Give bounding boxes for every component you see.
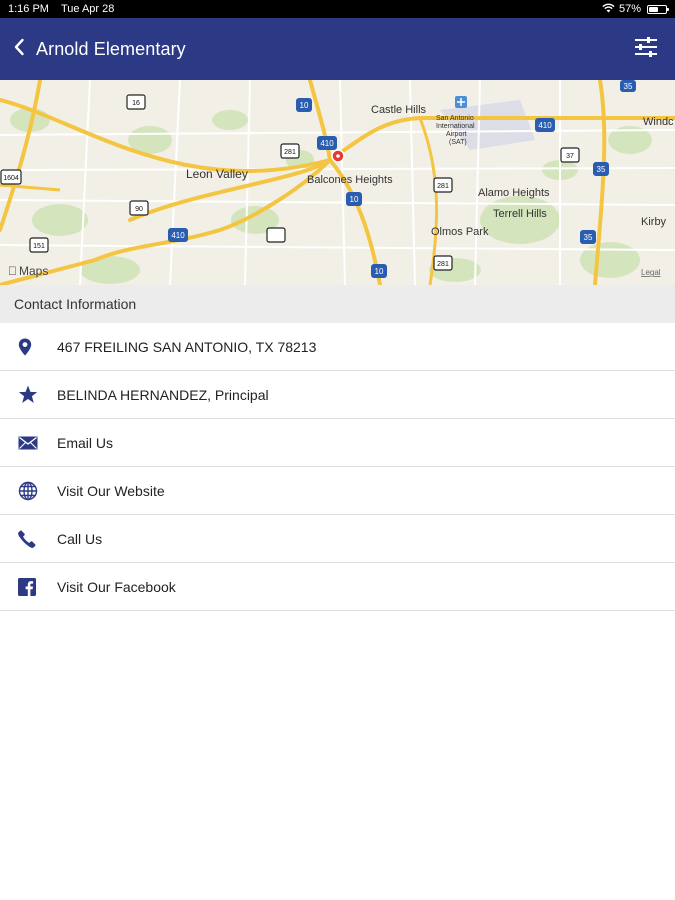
- airport-label-1: San Antonio: [436, 115, 474, 122]
- shield-90: 90: [135, 206, 143, 213]
- contact-list: 467 FREILING SAN ANTONIO, TX 78213 BELIN…: [0, 323, 675, 611]
- contact-label-facebook: Visit Our Facebook: [57, 578, 176, 595]
- contact-item-principal[interactable]: BELINDA HERNANDEZ, Principal: [0, 371, 675, 419]
- shield-281b: 281: [437, 183, 449, 190]
- shield-281a: 281: [284, 149, 296, 156]
- page-title: Arnold Elementary: [36, 38, 186, 59]
- shield-37: 37: [566, 153, 574, 160]
- contact-item-email[interactable]: Email Us: [0, 419, 675, 467]
- map-label-kirby: Kirby: [641, 216, 667, 228]
- app-header: Arnold Elementary: [0, 18, 675, 80]
- maps-attribution[interactable]:  Maps: [8, 264, 48, 278]
- shield-151: 151: [33, 243, 45, 250]
- map-label-windc: Windc: [643, 116, 674, 128]
- chevron-left-icon: [13, 38, 25, 61]
- legal-link[interactable]: Legal: [641, 268, 661, 277]
- contact-label-website: Visit Our Website: [57, 482, 165, 499]
- airport-icon: [455, 96, 467, 108]
- shield-35b: 35: [584, 233, 593, 242]
- contact-label-principal: BELINDA HERNANDEZ, Principal: [57, 386, 269, 403]
- contact-item-website[interactable]: Visit Our Website: [0, 467, 675, 515]
- facebook-icon: [0, 577, 57, 596]
- status-time: 1:16 PM: [8, 3, 49, 15]
- battery-percent: 57%: [618, 3, 641, 15]
- envelope-icon: [0, 436, 57, 450]
- shield-10b: 10: [350, 195, 359, 204]
- contact-item-phone[interactable]: Call Us: [0, 515, 675, 563]
- globe-icon: [0, 481, 57, 501]
- map-label-castle-hills: Castle Hills: [371, 104, 427, 116]
- status-date: Tue Apr 28: [60, 3, 115, 15]
- phone-icon: [0, 530, 57, 548]
- map-label-terrell-hills: Terrell Hills: [493, 208, 547, 220]
- shield-281c: 281: [437, 261, 449, 268]
- highway-shield: 410: [317, 136, 337, 150]
- shield-410b: 410: [538, 121, 552, 130]
- airport-label-3: Airport: [446, 131, 467, 138]
- back-button[interactable]: [2, 18, 36, 80]
- shield-1604: 1604: [3, 175, 19, 182]
- map-pin-marker[interactable]: [331, 149, 345, 163]
- battery-icon: [647, 4, 669, 14]
- shield-410c: 410: [171, 231, 185, 240]
- contact-label-address: 467 FREILING SAN ANTONIO, TX 78213: [57, 338, 317, 355]
- shield-16: 16: [132, 100, 140, 107]
- contact-label-email: Email Us: [57, 434, 114, 451]
- contact-label-phone: Call Us: [57, 530, 103, 547]
- location-map[interactable]: 410 10 410 410 10 10 35 35 35 16 281 281…: [0, 80, 675, 285]
- map-pin-icon: [0, 338, 57, 356]
- shield-35c: 35: [624, 82, 633, 91]
- sliders-icon: [634, 36, 658, 63]
- shield-35a: 35: [597, 165, 606, 174]
- filter-button[interactable]: [617, 18, 675, 80]
- airport-label-4: (SAT): [449, 139, 467, 146]
- shield-10c: 10: [375, 267, 384, 276]
- map-label-leon-valley: Leon Valley: [186, 167, 248, 181]
- wifi-icon: [602, 3, 615, 16]
- status-bar: 1:16 PM Tue Apr 28 57%: [0, 0, 675, 18]
- shield-410a: 410: [320, 139, 334, 148]
- map-label-balcones-heights: Balcones Heights: [307, 174, 393, 186]
- maps-attribution-text: Maps: [19, 264, 48, 278]
- section-title: Contact Information: [14, 296, 137, 312]
- map-label-alamo-heights: Alamo Heights: [478, 187, 550, 199]
- map-label-olmos-park: Olmos Park: [431, 226, 489, 238]
- shield-10a: 10: [300, 101, 309, 110]
- contact-item-address[interactable]: 467 FREILING SAN ANTONIO, TX 78213: [0, 323, 675, 371]
- contact-item-facebook[interactable]: Visit Our Facebook: [0, 563, 675, 611]
- star-icon: [0, 385, 57, 404]
- maps-logo-text: : [8, 264, 17, 278]
- section-header: Contact Information: [0, 285, 675, 323]
- airport-label-2: International: [436, 123, 475, 130]
